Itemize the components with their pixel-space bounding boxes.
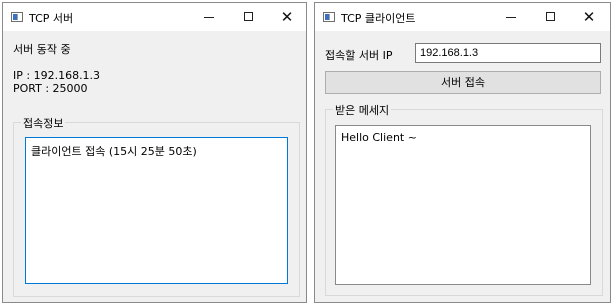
server-ip-input[interactable] xyxy=(415,43,601,63)
maximize-icon[interactable] xyxy=(531,3,571,31)
server-port-label: PORT : 25000 xyxy=(13,82,88,95)
client-window-title: TCP 클라이언트 xyxy=(341,12,416,25)
connect-server-button[interactable]: 서버 접속 xyxy=(325,71,601,94)
server-status-label: 서버 동작 중 xyxy=(13,43,71,56)
maximize-icon[interactable] xyxy=(229,3,269,31)
server-ip-label: IP : 192.168.1.3 xyxy=(13,69,101,82)
received-messages-textbox[interactable]: Hello Client ~ xyxy=(335,125,591,285)
connection-info-group-label: 접속정보 xyxy=(21,115,66,131)
server-titlebar[interactable]: TCP 서버 ✕ xyxy=(3,3,306,31)
connection-log-textbox[interactable]: 클라이언트 접속 (15시 25분 50초) xyxy=(25,137,288,284)
minimize-icon[interactable] xyxy=(189,3,229,31)
close-icon[interactable]: ✕ xyxy=(267,3,307,31)
client-titlebar[interactable]: TCP 클라이언트 ✕ xyxy=(315,3,610,31)
minimize-icon[interactable] xyxy=(491,3,531,31)
server-ip-field-label: 접속할 서버 IP xyxy=(325,49,393,62)
client-window: TCP 클라이언트 ✕ 접속할 서버 IP 서버 접속 받은 메세지 Hello… xyxy=(314,2,611,303)
received-messages-group-label: 받은 메세지 xyxy=(333,102,392,118)
server-window-title: TCP 서버 xyxy=(29,12,74,25)
close-icon[interactable]: ✕ xyxy=(569,3,609,31)
app-window-icon xyxy=(323,12,335,22)
app-window-icon xyxy=(11,12,23,22)
server-window: TCP 서버 ✕ 서버 동작 중 IP : 192.168.1.3 PORT :… xyxy=(2,2,307,303)
